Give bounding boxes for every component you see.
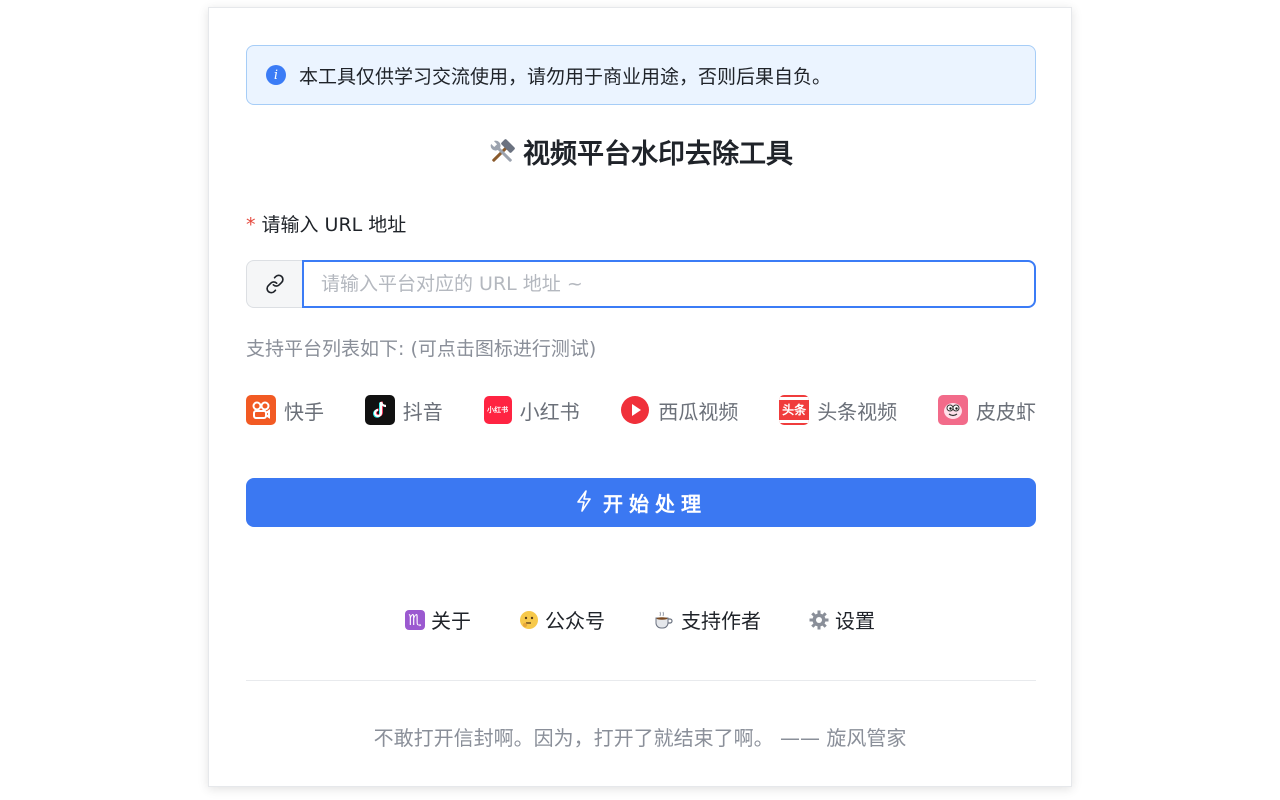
url-field-label: * 请输入 URL 地址	[246, 210, 406, 237]
link-icon	[246, 260, 302, 308]
pipixia-icon	[937, 395, 968, 425]
disclaimer-alert: i 本工具仅供学习交流使用，请勿用于商业用途，否则后果自负。	[246, 45, 1036, 105]
main-card: i 本工具仅供学习交流使用，请勿用于商业用途，否则后果自负。 视频平台水印去除工…	[208, 7, 1072, 787]
platform-label: 皮皮虾	[975, 399, 1036, 424]
settings-link[interactable]: 设置	[809, 605, 875, 634]
support-text: 支持平台列表如下: (可点击图标进行测试)	[246, 338, 597, 360]
platform-label: 头条视频	[817, 399, 898, 424]
about-label: 关于	[431, 609, 471, 633]
platform-xiaohongshu[interactable]: 小红书 小红书	[483, 396, 580, 425]
coffee-icon	[653, 610, 675, 630]
url-input-group	[246, 260, 1036, 308]
platform-label: 快手	[284, 399, 324, 424]
about-link[interactable]: ♏ 关于	[405, 605, 471, 634]
thinking-face-icon	[519, 610, 539, 630]
xhs-icon-text: 小红书	[487, 406, 509, 414]
info-icon: i	[266, 65, 286, 85]
footer-quote: 不敢打开信封啊。因为，打开了就结束了啊。 —— 旋风管家	[373, 726, 907, 750]
wechat-account-label: 公众号	[545, 609, 605, 633]
platform-pipixia[interactable]: 皮皮虾	[937, 395, 1036, 425]
platform-list: 快手 抖音 小红书 小红书 西瓜视频 头条 头条视频 皮皮虾	[246, 394, 1036, 426]
platform-toutiao[interactable]: 头条 头条视频	[779, 395, 897, 425]
xiaohongshu-icon: 小红书	[483, 396, 512, 424]
url-label-text: 请输入 URL 地址	[261, 214, 407, 236]
required-mark: *	[246, 214, 256, 236]
hammer-wrench-icon	[487, 137, 517, 174]
scorpio-icon: ♏	[405, 609, 425, 630]
footer-links: ♏ 关于 公众号 支持作者 设置	[209, 605, 1071, 634]
lightning-icon	[575, 490, 593, 515]
page-title: 视频平台水印去除工具	[209, 132, 1071, 174]
toutiao-icon: 头条	[779, 395, 810, 425]
settings-label: 设置	[835, 609, 875, 633]
gear-icon	[809, 610, 829, 630]
support-author-label: 支持作者	[681, 609, 761, 633]
douyin-icon	[364, 395, 395, 425]
toutiao-icon-text: 头条	[782, 403, 807, 417]
start-button-label: 开始处理	[603, 494, 707, 516]
xigua-icon	[620, 395, 650, 425]
platform-kuaishou[interactable]: 快手	[246, 395, 324, 425]
wechat-account-link[interactable]: 公众号	[519, 605, 605, 634]
platform-label: 西瓜视频	[658, 399, 739, 424]
platform-xigua[interactable]: 西瓜视频	[620, 395, 738, 425]
url-input[interactable]	[302, 260, 1036, 308]
start-process-button[interactable]: 开始处理	[246, 478, 1036, 527]
platform-label: 小红书	[519, 399, 580, 424]
platform-douyin[interactable]: 抖音	[364, 395, 443, 425]
platform-label: 抖音	[402, 399, 443, 424]
support-author-link[interactable]: 支持作者	[653, 605, 761, 634]
alert-text: 本工具仅供学习交流使用，请勿用于商业用途，否则后果自负。	[299, 65, 832, 88]
kuaishou-icon	[246, 395, 276, 425]
title-text: 视频平台水印去除工具	[523, 139, 793, 170]
divider	[246, 680, 1036, 681]
